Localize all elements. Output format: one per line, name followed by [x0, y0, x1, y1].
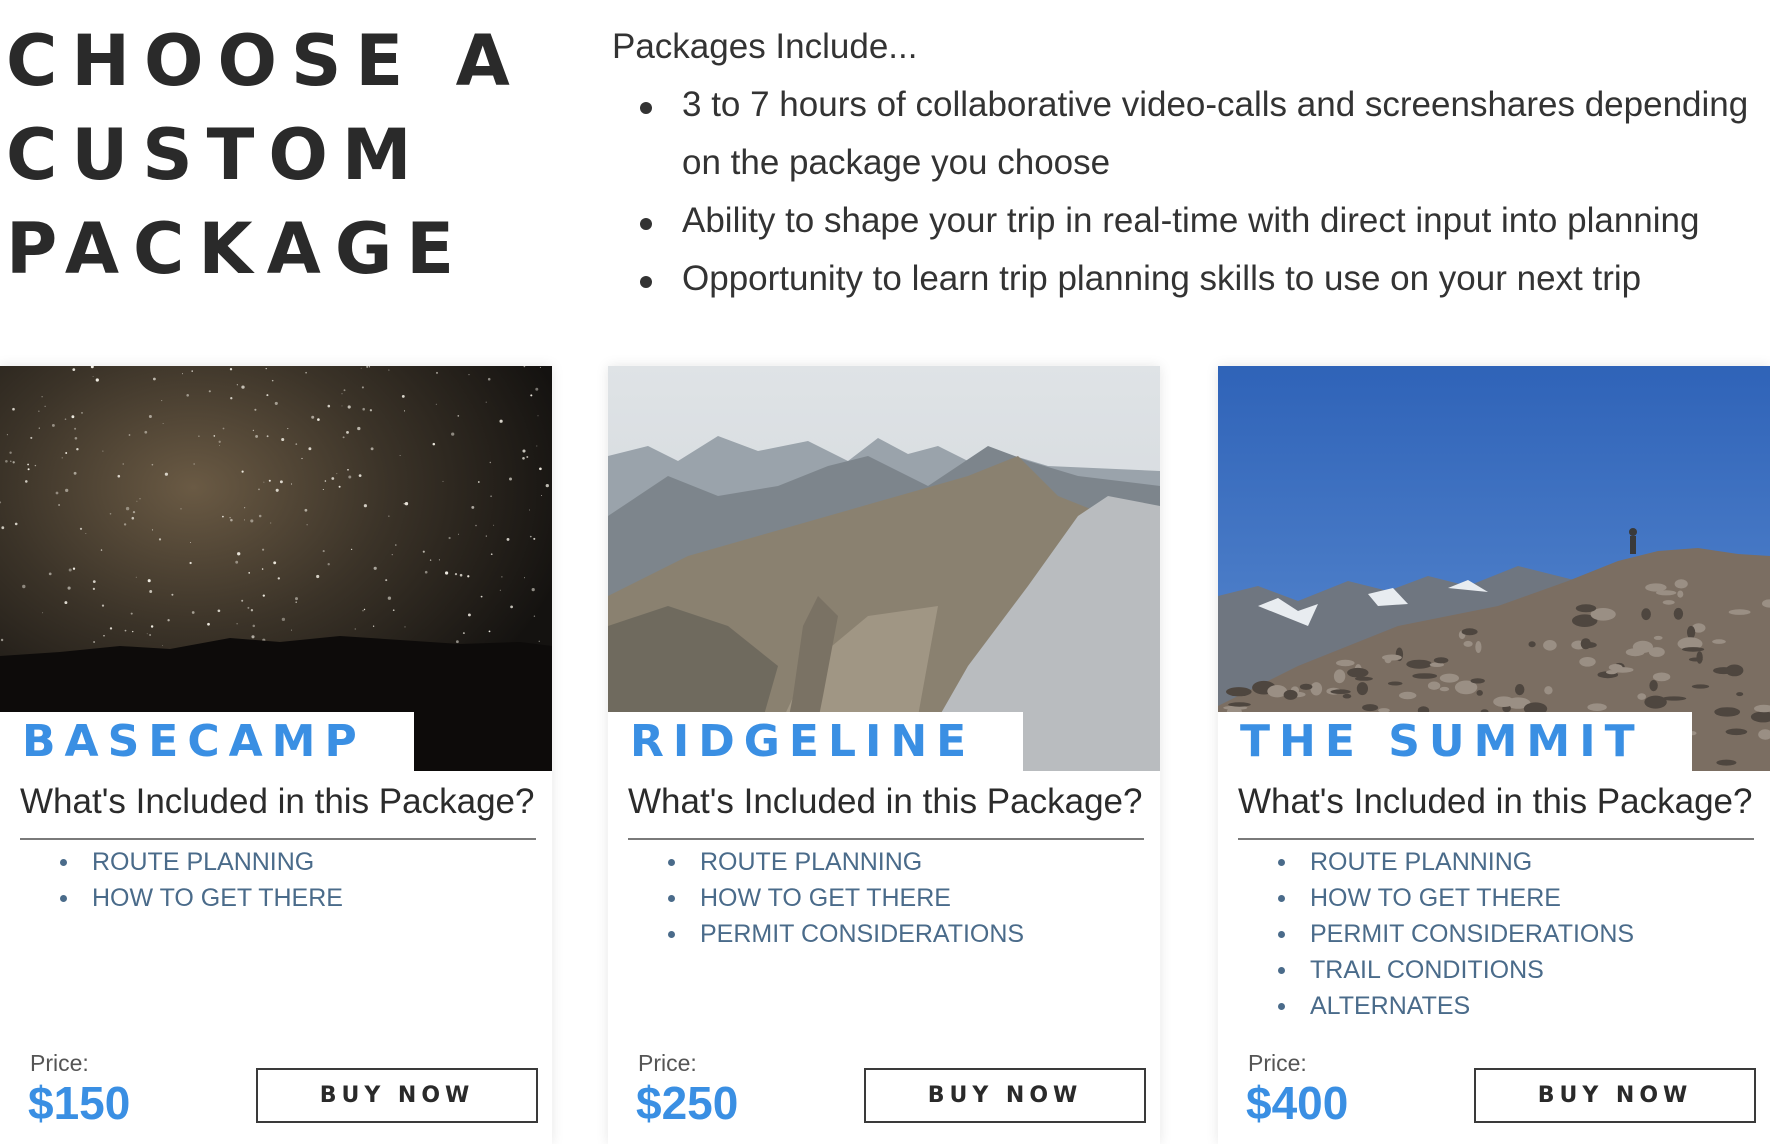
- package-name-tab: RIDGELINE: [608, 712, 1024, 772]
- feature-item: HOW TO GET THERE: [1278, 880, 1634, 916]
- package-features: ROUTE PLANNING HOW TO GET THERE PERMIT C…: [668, 844, 1024, 952]
- feature-item: ROUTE PLANNING: [60, 844, 343, 880]
- includes-item: 3 to 7 hours of collaborative video-call…: [640, 76, 1762, 192]
- price-label: Price:: [30, 1050, 89, 1076]
- package-name: RIDGELINE: [630, 716, 976, 767]
- buy-now-button-ridgeline[interactable]: BUY NOW: [864, 1068, 1146, 1123]
- includes-title: Packages Include...: [612, 27, 918, 66]
- feature-item: ROUTE PLANNING: [668, 844, 1024, 880]
- package-features: ROUTE PLANNING HOW TO GET THERE: [60, 844, 343, 916]
- feature-item: HOW TO GET THERE: [668, 880, 1024, 916]
- feature-item: ALTERNATES: [1278, 988, 1634, 1024]
- buy-now-button-summit[interactable]: BUY NOW: [1474, 1068, 1756, 1123]
- includes-list: 3 to 7 hours of collaborative video-call…: [612, 76, 1762, 308]
- feature-item: TRAIL CONDITIONS: [1278, 952, 1634, 988]
- price-label: Price:: [638, 1050, 697, 1076]
- feature-item: ROUTE PLANNING: [1278, 844, 1634, 880]
- package-image-summit: [1218, 366, 1770, 771]
- feature-item: PERMIT CONSIDERATIONS: [1278, 916, 1634, 952]
- feature-item: HOW TO GET THERE: [60, 880, 343, 916]
- package-name: THE SUMMIT: [1240, 716, 1644, 767]
- package-card-basecamp: BASECAMP What's Included in this Package…: [0, 366, 552, 1144]
- package-name: BASECAMP: [22, 716, 366, 767]
- package-card-summit: THE SUMMIT What's Included in this Packa…: [1218, 366, 1770, 1144]
- price-label: Price:: [1248, 1050, 1307, 1076]
- price-value: $250: [636, 1077, 739, 1129]
- includes-item: Ability to shape your trip in real-time …: [640, 192, 1762, 250]
- price-value: $150: [28, 1077, 131, 1129]
- feature-item: PERMIT CONSIDERATIONS: [668, 916, 1024, 952]
- includes-item: Opportunity to learn trip planning skill…: [640, 250, 1762, 308]
- buy-now-button-basecamp[interactable]: BUY NOW: [256, 1068, 538, 1123]
- package-image-night-sky: [0, 366, 552, 771]
- package-name-tab: BASECAMP: [0, 712, 414, 772]
- package-question: What's Included in this Package?: [628, 778, 1144, 840]
- package-features: ROUTE PLANNING HOW TO GET THERE PERMIT C…: [1278, 844, 1634, 1024]
- package-image-ridgeline: [608, 366, 1160, 771]
- package-question: What's Included in this Package?: [20, 778, 536, 840]
- page-title: CHOOSE A CUSTOM PACKAGE: [6, 20, 524, 290]
- package-question: What's Included in this Package?: [1238, 778, 1754, 840]
- package-card-ridgeline: RIDGELINE What's Included in this Packag…: [608, 366, 1160, 1144]
- packages-include-section: Packages Include... 3 to 7 hours of coll…: [612, 18, 1762, 308]
- price-value: $400: [1246, 1077, 1349, 1129]
- package-name-tab: THE SUMMIT: [1218, 712, 1692, 772]
